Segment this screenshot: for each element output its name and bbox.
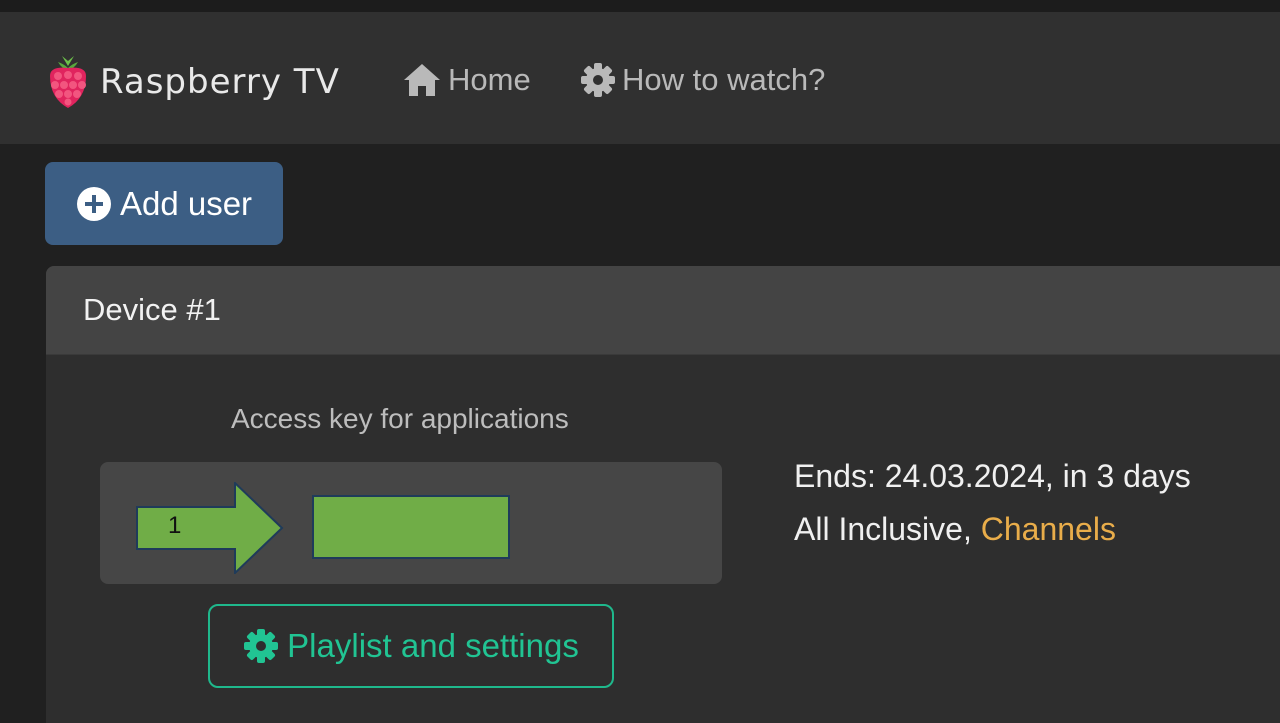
nav-home-label: Home <box>448 62 531 97</box>
brand-name: Raspberry TV <box>100 62 340 102</box>
access-key-label: Access key for applications <box>231 403 569 434</box>
device-card: Device #1 Access key for applications 1 <box>46 266 1280 723</box>
add-user-button[interactable]: Add user <box>45 162 283 245</box>
annotation-step-number: 1 <box>168 512 182 539</box>
add-user-label: Add user <box>119 184 253 222</box>
home-icon <box>404 64 440 96</box>
access-key-box: 1 <box>100 462 722 584</box>
plus-circle-icon <box>76 186 111 221</box>
playlist-settings-button[interactable]: Playlist and settings <box>208 604 614 688</box>
playlist-settings-label: Playlist and settings <box>287 627 579 664</box>
navbar: Raspberry TV Home How to watch? <box>0 12 1280 144</box>
device-card-header: Device #1 <box>46 266 1280 355</box>
raspberry-logo-icon <box>50 56 86 108</box>
nav-how-to-watch-label: How to watch? <box>622 62 826 97</box>
access-key-redaction <box>312 495 510 559</box>
window-top-strip <box>0 0 1280 12</box>
nav-home-link[interactable]: Home <box>402 60 531 100</box>
arrow-right-icon <box>136 482 284 574</box>
plan-name: All Inclusive, <box>794 511 981 547</box>
device-title: Device #1 <box>83 292 221 327</box>
subscription-info: Ends: 24.03.2024, in 3 days All Inclusiv… <box>794 450 1191 556</box>
main-content: Add user Device #1 Access key for applic… <box>0 144 1280 723</box>
subscription-end-text: Ends: 24.03.2024, in 3 days <box>794 458 1191 494</box>
nav-how-to-watch-link[interactable]: How to watch? <box>580 60 825 100</box>
gear-icon <box>581 63 615 97</box>
gear-icon <box>244 629 279 663</box>
channels-link[interactable]: Channels <box>981 511 1116 547</box>
subscription-plan: All Inclusive, Channels <box>794 503 1191 556</box>
brand[interactable]: Raspberry TV <box>46 52 340 112</box>
